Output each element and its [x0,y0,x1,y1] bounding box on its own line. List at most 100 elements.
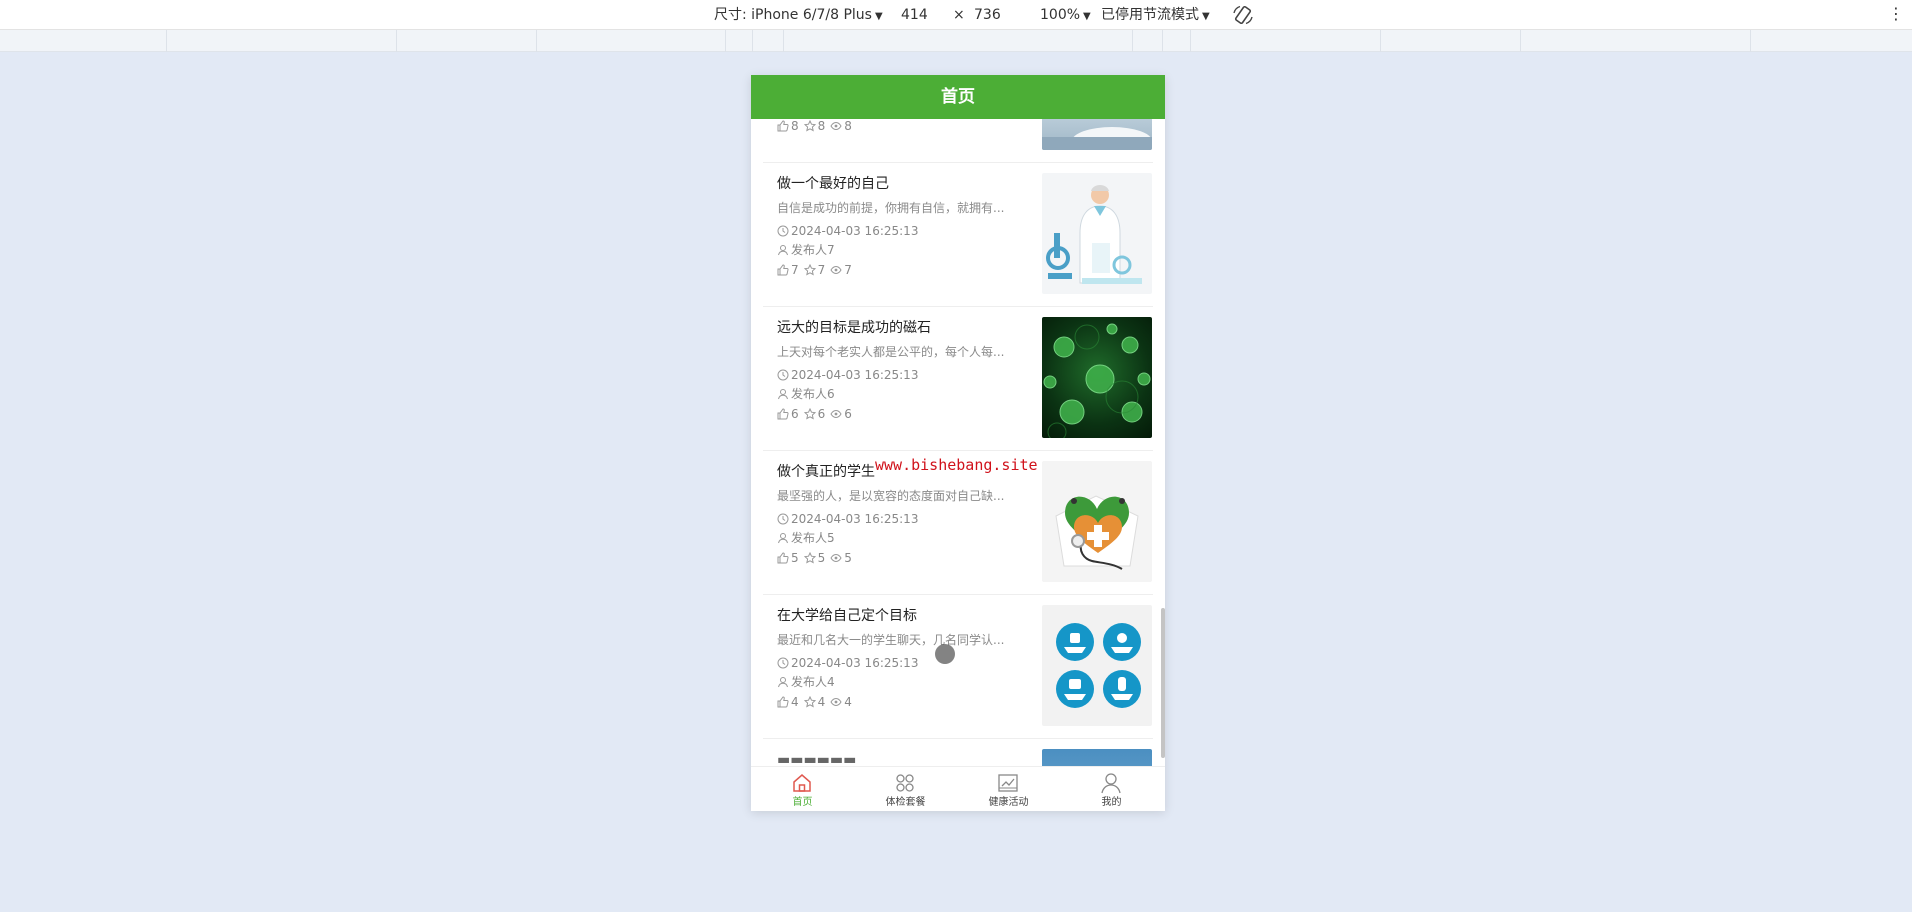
article-item[interactable]: 远大的目标是成功的磁石 上天对每个老实人都是公平的，每个人每... 2024-0… [763,307,1153,451]
doctor-microscope-illustration[interactable] [1042,173,1152,294]
star-icon [803,408,816,420]
device-label: 尺寸: iPhone 6/7/8 Plus [714,7,872,23]
article-title: 做个真正的学生 [777,464,875,480]
heart-stethoscope-image[interactable] [1042,461,1152,582]
star-icon [803,120,816,132]
article-time: 2024-04-03 16:25:13 [777,367,918,383]
article-stats: 6 6 6 [777,406,857,422]
article-time-text: 2024-04-03 16:25:13 [791,656,919,670]
view-count: 4 [844,695,852,709]
device-caret-icon: ▼ [874,11,883,22]
article-time-text: 2024-04-03 16:25:13 [791,512,919,526]
like-count: 4 [791,695,799,709]
article-stats: 7 7 7 [777,262,857,278]
like-count: 5 [791,551,799,565]
view-stat: 7 [830,262,852,278]
favorite-count: 7 [817,263,826,277]
clock-icon [777,657,789,669]
throttle-select[interactable]: 已停用节流模式 ▼ [1101,6,1210,26]
view-stat: 6 [830,406,852,422]
thumbs-up-icon [777,696,789,708]
article-summary: 上天对每个老实人都是公平的，每个人每... [777,345,1005,359]
article-author: 发布人5 [777,530,835,546]
doctor-lab-photo[interactable] [1042,119,1152,150]
article-author-text: 发布人7 [791,243,835,257]
bottom-tab-bar: 首页 体检套餐 健康活动 我的 [751,766,1165,811]
star-icon [803,696,816,708]
throttle-caret-icon: ▼ [1202,11,1210,22]
article-item[interactable]: 8 8 8 [763,119,1153,163]
favorite-count: 6 [817,407,826,421]
view-count: 5 [844,551,852,565]
eye-icon [830,553,842,563]
favorite-count: 8 [817,119,826,133]
article-stats: 8 8 8 [777,119,857,134]
throttle-label: 已停用节流模式 [1101,7,1199,23]
like-stat: 8 [777,119,799,134]
chart-icon [998,774,1018,792]
tab-mine[interactable]: 我的 [1060,767,1163,811]
article-time-text: 2024-04-03 16:25:13 [791,224,919,238]
width-input[interactable]: 414 [901,6,928,24]
height-input[interactable]: 736 [974,6,1001,24]
favorite-stat: 6 [803,406,826,422]
eye-icon [830,697,842,707]
scrollbar[interactable] [1161,119,1165,766]
tab-checkup-label: 体检套餐 [885,797,926,808]
thumbs-up-icon [777,264,789,276]
like-count: 6 [791,407,799,421]
mobile-viewport: 首页 8 8 8 做一个最好的自己 自信是成功的前提，你拥有自信，就拥有... … [751,75,1165,811]
view-stat: 4 [830,694,852,710]
tab-health-activities[interactable]: 健康活动 [957,767,1060,811]
view-stat: 5 [830,550,852,566]
tab-health-label: 健康活动 [988,797,1029,808]
article-item[interactable]: ▬▬▬▬▬▬ [763,739,1153,766]
article-item[interactable]: 做一个最好的自己 自信是成功的前提，你拥有自信，就拥有... 2024-04-0… [763,163,1153,307]
blue-medical-icons-image[interactable] [1042,605,1152,726]
view-count: 6 [844,407,852,421]
article-stats: 4 4 4 [777,694,857,710]
tab-home-label: 首页 [792,797,813,808]
rotate-icon[interactable] [1232,4,1254,26]
thumbs-up-icon [777,408,789,420]
tab-checkup-packages[interactable]: 体检套餐 [854,767,957,811]
like-stat: 6 [777,406,799,422]
article-stats: 5 5 5 [777,550,857,566]
view-count: 8 [844,119,852,133]
favorite-stat: 4 [803,694,825,710]
dimension-separator: × [953,7,965,23]
device-select[interactable]: 尺寸: iPhone 6/7/8 Plus ▼ [714,6,883,26]
article-summary: 最近和几名大一的学生聊天，几名同学认... [777,633,1005,647]
clock-icon [777,369,789,381]
article-author: 发布人4 [777,674,835,690]
article-title: 做一个最好的自己 [777,176,889,192]
green-virus-image[interactable] [1042,317,1152,438]
like-stat: 7 [777,262,799,278]
grid-icon [896,774,914,792]
user-icon [778,533,788,544]
view-count: 7 [844,263,852,277]
article-time: 2024-04-03 16:25:13 [777,223,918,239]
kebab-menu-icon[interactable]: ⋮ [1888,5,1904,23]
star-icon [803,264,816,276]
like-count: 7 [791,263,799,277]
article-author: 发布人6 [777,386,835,402]
zoom-select[interactable]: 100% ▼ [1040,6,1091,26]
article-author-text: 发布人6 [791,387,835,401]
like-stat: 5 [777,550,799,566]
eye-icon [830,409,842,419]
article-thumbnail[interactable] [1042,749,1152,766]
article-author: 发布人7 [777,242,835,258]
favorite-count: 5 [817,551,826,565]
article-list[interactable]: 8 8 8 做一个最好的自己 自信是成功的前提，你拥有自信，就拥有... 202… [751,119,1165,766]
media-query-ruler [0,30,1912,52]
article-item[interactable]: 在大学给自己定个目标 最近和几名大一的学生聊天，几名同学认... 2024-04… [763,595,1153,739]
user-icon [1101,773,1121,794]
user-icon [778,245,788,256]
tab-home[interactable]: 首页 [751,767,854,811]
scrollbar-thumb[interactable] [1161,608,1165,758]
zoom-caret-icon: ▼ [1083,11,1091,22]
devtools-device-toolbar: 尺寸: iPhone 6/7/8 Plus ▼ 414 × 736 100% ▼ 已… [0,0,1912,30]
article-title: 远大的目标是成功的磁石 [777,320,931,336]
article-author-text: 发布人5 [791,531,835,545]
